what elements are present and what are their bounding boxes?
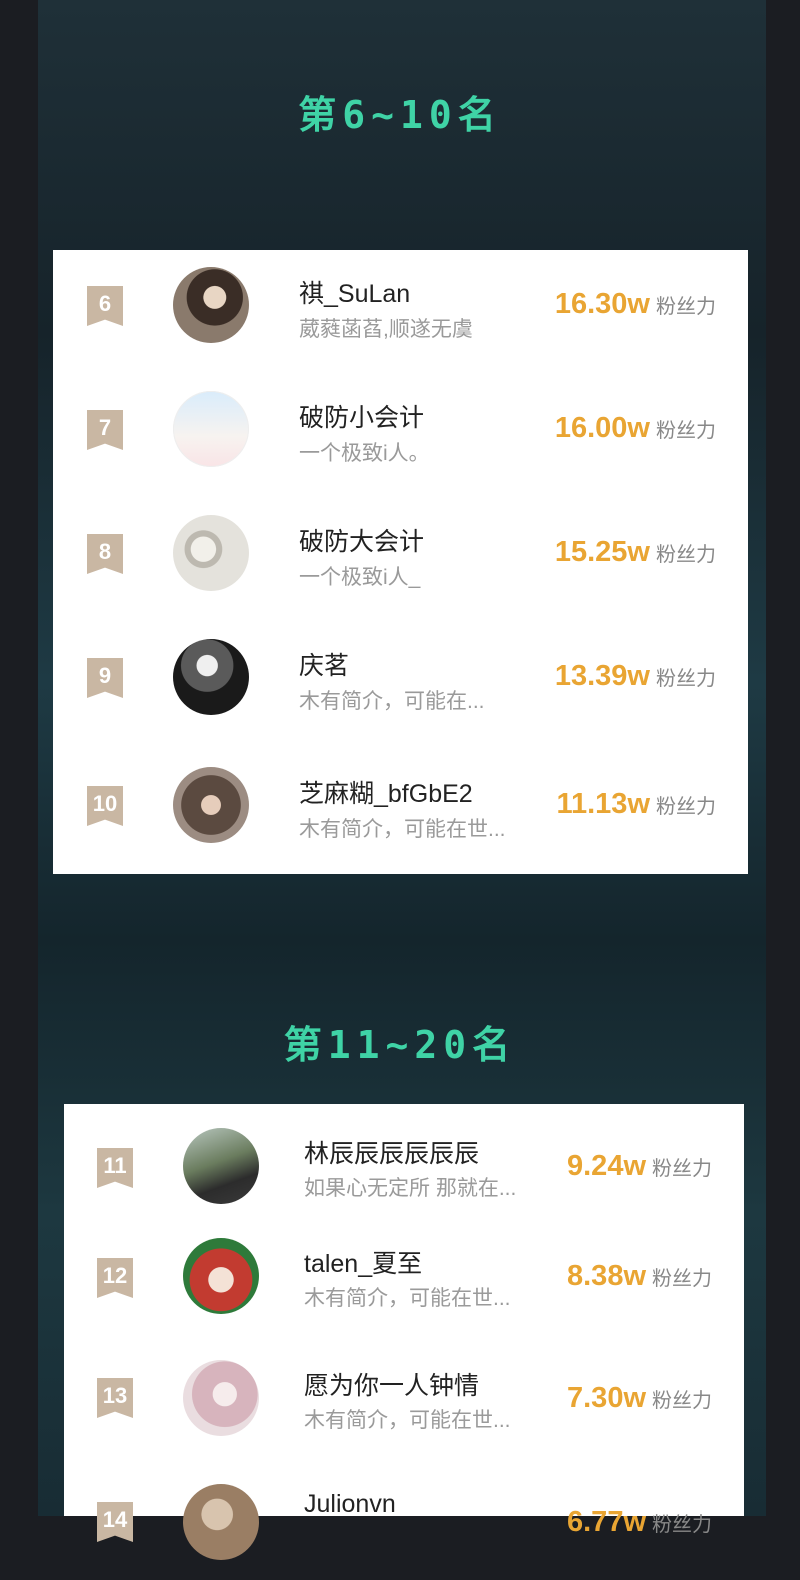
rank-badge: 13 bbox=[97, 1378, 133, 1418]
user-name[interactable]: 庆茗 bbox=[299, 646, 349, 682]
fan-score-value: 15.25w bbox=[554, 536, 650, 568]
list-item[interactable]: 10 芝麻糊_bfGbE2 木有简介，可能在世... 11.13w 粉丝力 bbox=[53, 750, 748, 874]
avatar[interactable] bbox=[173, 767, 249, 843]
fan-score-unit: 粉丝力 bbox=[652, 1156, 712, 1180]
avatar[interactable] bbox=[183, 1238, 259, 1314]
rank-badge: 7 bbox=[87, 410, 123, 450]
list-item[interactable]: 8 破防大会计 一个极致i人_ 15.25w 粉丝力 bbox=[53, 498, 748, 622]
rank-badge: 8 bbox=[87, 534, 123, 574]
avatar[interactable] bbox=[183, 1128, 259, 1204]
fan-score: 13.39w 粉丝力 bbox=[555, 660, 716, 693]
fan-score-unit: 粉丝力 bbox=[656, 294, 716, 318]
fan-score: 16.00w 粉丝力 bbox=[555, 412, 716, 445]
fan-score-unit: 粉丝力 bbox=[656, 666, 716, 690]
ranking-card-6-10: 6 祺_SuLan 葳蕤菡萏,顺遂无虞 16.30w 粉丝力 7 破防小会计 一个… bbox=[53, 250, 748, 874]
avatar[interactable] bbox=[173, 639, 249, 715]
list-item[interactable]: 13 愿为你一人钟情 木有简介，可能在世... 7.30w 粉丝力 bbox=[64, 1332, 744, 1456]
fan-score-value: 16.30w bbox=[554, 288, 650, 320]
fan-score-value: 16.00w bbox=[554, 412, 650, 444]
fan-score: 9.24w 粉丝力 bbox=[567, 1150, 712, 1183]
user-name[interactable]: 芝麻糊_bfGbE2 bbox=[299, 774, 473, 810]
user-bio: 一个极致i人。 bbox=[299, 442, 430, 465]
list-item[interactable]: 12 talen_夏至 木有简介，可能在世... 8.38w 粉丝力 bbox=[64, 1214, 744, 1332]
fan-score-value: 9.24w bbox=[567, 1150, 646, 1182]
avatar[interactable] bbox=[183, 1360, 259, 1436]
fan-score-value: 7.30w bbox=[567, 1382, 646, 1414]
user-name[interactable]: Julionvn bbox=[304, 1490, 396, 1519]
rank-badge: 9 bbox=[87, 658, 123, 698]
list-item[interactable]: 7 破防小会计 一个极致i人。 16.00w 粉丝力 bbox=[53, 374, 748, 498]
list-item[interactable]: 9 庆茗 木有简介，可能在... 13.39w 粉丝力 bbox=[53, 622, 748, 746]
fan-score-unit: 粉丝力 bbox=[656, 542, 716, 566]
user-bio: 木有简介，可能在世... bbox=[304, 1409, 511, 1432]
user-bio: 葳蕤菡萏,顺遂无虞 bbox=[299, 318, 473, 341]
user-name[interactable]: 林辰辰辰辰辰辰 bbox=[304, 1134, 479, 1170]
avatar[interactable] bbox=[173, 515, 249, 591]
avatar[interactable] bbox=[173, 267, 249, 343]
fan-score-value: 13.39w bbox=[554, 660, 650, 692]
user-name[interactable]: 祺_SuLan bbox=[299, 274, 410, 310]
user-bio: 木有简介，可能在世... bbox=[299, 818, 506, 841]
ranking-card-11-20: 11 林辰辰辰辰辰辰 如果心无定所 那就在... 9.24w 粉丝力 12 tal… bbox=[64, 1104, 744, 1560]
list-item[interactable]: 14 Julionvn 6.77w 粉丝力 bbox=[64, 1456, 744, 1580]
rank-badge: 11 bbox=[97, 1148, 133, 1188]
fan-score: 8.38w 粉丝力 bbox=[567, 1260, 712, 1293]
list-item[interactable]: 11 林辰辰辰辰辰辰 如果心无定所 那就在... 9.24w 粉丝力 bbox=[64, 1104, 744, 1214]
fan-score: 11.13w 粉丝力 bbox=[556, 788, 716, 821]
fan-score: 6.77w 粉丝力 bbox=[567, 1506, 712, 1539]
user-name[interactable]: 破防大会计 bbox=[299, 522, 424, 558]
rank-badge: 6 bbox=[87, 286, 123, 326]
user-bio: 木有简介，可能在世... bbox=[304, 1287, 511, 1310]
avatar[interactable] bbox=[183, 1484, 259, 1560]
section-title-6-10: 第6~10名 bbox=[298, 93, 502, 137]
fan-score: 16.30w 粉丝力 bbox=[555, 288, 716, 321]
user-name[interactable]: 破防小会计 bbox=[299, 398, 424, 434]
fan-score-value: 6.77w bbox=[567, 1506, 646, 1538]
section-title-11-20: 第11~20名 bbox=[283, 1023, 517, 1067]
fan-score-value: 8.38w bbox=[567, 1260, 646, 1292]
list-item[interactable]: 6 祺_SuLan 葳蕤菡萏,顺遂无虞 16.30w 粉丝力 bbox=[53, 250, 748, 374]
avatar[interactable] bbox=[173, 391, 249, 467]
fan-score-unit: 粉丝力 bbox=[652, 1266, 712, 1290]
fan-score-unit: 粉丝力 bbox=[656, 418, 716, 442]
rank-badge: 14 bbox=[97, 1502, 133, 1542]
fan-score-value: 11.13w bbox=[556, 788, 650, 820]
user-bio: 一个极致i人_ bbox=[299, 566, 421, 589]
user-bio: 如果心无定所 那就在... bbox=[304, 1177, 517, 1200]
fan-score: 7.30w 粉丝力 bbox=[567, 1382, 712, 1415]
user-name[interactable]: 愿为你一人钟情 bbox=[304, 1366, 479, 1402]
user-bio: 木有简介，可能在... bbox=[299, 690, 485, 713]
user-name[interactable]: talen_夏至 bbox=[304, 1244, 422, 1280]
fan-score-unit: 粉丝力 bbox=[652, 1388, 712, 1412]
fan-score-unit: 粉丝力 bbox=[656, 794, 716, 818]
rank-badge: 12 bbox=[97, 1258, 133, 1298]
rank-badge: 10 bbox=[87, 786, 123, 826]
fan-score: 15.25w 粉丝力 bbox=[555, 536, 716, 569]
